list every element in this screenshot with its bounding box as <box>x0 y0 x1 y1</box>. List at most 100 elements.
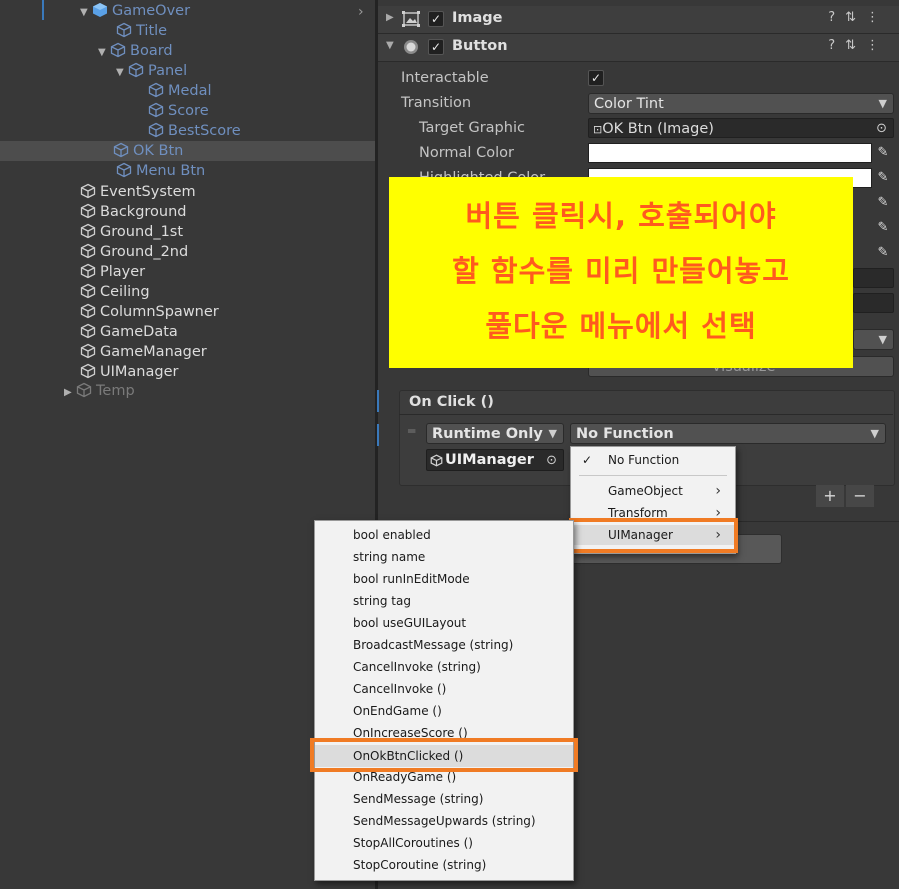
hierarchy-item-temp[interactable]: ▶ Temp <box>64 381 135 401</box>
fold-down-icon[interactable]: ▼ <box>98 43 110 63</box>
cube-icon <box>80 323 96 339</box>
component-header-icons: ?⇅⋮ <box>828 38 889 53</box>
hierarchy-item-score[interactable]: Score <box>148 101 209 121</box>
hierarchy-item-panel[interactable]: ▼ Panel <box>116 61 187 81</box>
fold-right-icon[interactable]: ▶ <box>64 383 76 403</box>
menu-item-cancelinvoke[interactable]: CancelInvoke () <box>353 679 446 699</box>
runtime-dropdown[interactable]: Runtime Only ▼ <box>426 423 564 444</box>
menu-item-stopcoroutine[interactable]: StopCoroutine (string) <box>353 855 486 875</box>
fold-down-icon[interactable]: ▼ <box>386 40 394 51</box>
help-icon[interactable]: ? <box>828 38 845 53</box>
hierarchy-item-ok-btn[interactable]: OK Btn <box>0 141 375 161</box>
hierarchy-item-bestscore[interactable]: BestScore <box>148 121 241 141</box>
hierarchy-item-background[interactable]: Background <box>80 202 187 222</box>
button-enabled-checkbox[interactable]: ✓ <box>428 39 444 55</box>
onclick-divider <box>399 414 893 415</box>
menu-item-sendmessageupwards[interactable]: SendMessageUpwards (string) <box>353 811 536 831</box>
transition-label: Transition <box>401 95 472 111</box>
button-component-icon <box>404 40 418 54</box>
target-graphic-field[interactable]: ⊡OK Btn (Image) ⊙ <box>588 118 894 138</box>
hierarchy-item-label: Ground_1st <box>100 224 184 240</box>
cube-icon <box>80 183 96 199</box>
more-icon[interactable]: ⋮ <box>866 10 889 25</box>
object-picker-icon[interactable]: ⊙ <box>876 119 887 139</box>
hierarchy-item-gamemanager[interactable]: GameManager <box>80 342 207 362</box>
preset-icon[interactable]: ⇅ <box>845 38 866 53</box>
hierarchy-item-ground-2nd[interactable]: Ground_2nd <box>80 242 188 262</box>
number-field[interactable] <box>853 268 894 288</box>
dropdown-arrow-icon: ▼ <box>878 333 887 346</box>
menu-item-bool-useguilayout[interactable]: bool useGUILayout <box>353 613 466 633</box>
cube-icon <box>80 203 96 219</box>
hierarchy-item-ground-1st[interactable]: Ground_1st <box>80 222 183 242</box>
navigation-dropdown[interactable]: ▼ <box>853 329 894 350</box>
menu-item-sendmessage[interactable]: SendMessage (string) <box>353 789 483 809</box>
hierarchy-item-player[interactable]: Player <box>80 262 145 282</box>
more-icon[interactable]: ⋮ <box>866 38 889 53</box>
hierarchy-item-gamedata[interactable]: GameData <box>80 322 178 342</box>
target-object-field[interactable]: UIManager ⊙ <box>426 449 564 471</box>
menu-item-no-function[interactable]: No Function <box>608 450 679 470</box>
eyedropper-icon[interactable]: ✎ <box>874 194 892 212</box>
cube-icon <box>80 343 96 359</box>
hierarchy-item-label: Title <box>136 23 168 39</box>
menu-item-string-name[interactable]: string name <box>353 547 425 567</box>
normal-color-label: Normal Color <box>419 145 514 161</box>
fold-right-icon[interactable]: ▶ <box>386 12 394 23</box>
eyedropper-icon[interactable]: ✎ <box>874 219 892 237</box>
menu-item-gameobject[interactable]: GameObject › <box>571 481 735 501</box>
cube-icon <box>110 42 126 58</box>
button-component-header[interactable]: ▼ ✓ Button ?⇅⋮ <box>378 34 899 62</box>
image-component-header[interactable]: ▶ ✓ Image ?⇅⋮ <box>378 6 899 34</box>
image-enabled-checkbox[interactable]: ✓ <box>428 11 444 27</box>
object-picker-icon[interactable]: ⊙ <box>546 450 557 471</box>
menu-item-stopallcoroutines[interactable]: StopAllCoroutines () <box>353 833 473 853</box>
hierarchy-item-board[interactable]: ▼ Board <box>98 41 173 61</box>
hierarchy-item-gameover[interactable]: ▼ GameOver <box>80 1 190 21</box>
drag-handle-icon[interactable]: ═ <box>408 424 415 438</box>
menu-item-cancelinvoke-string[interactable]: CancelInvoke (string) <box>353 657 481 677</box>
eyedropper-icon[interactable]: ✎ <box>874 169 892 187</box>
function-dropdown[interactable]: No Function ▼ <box>570 423 886 444</box>
submenu-arrow-icon: › <box>715 483 721 499</box>
normal-color-swatch[interactable] <box>588 143 872 163</box>
target-graphic-label: Target Graphic <box>419 120 525 136</box>
fold-down-icon[interactable]: ▼ <box>116 63 128 83</box>
menu-item-broadcastmessage[interactable]: BroadcastMessage (string) <box>353 635 513 655</box>
preset-icon[interactable]: ⇅ <box>845 10 866 25</box>
hierarchy-item-ceiling[interactable]: Ceiling <box>80 282 150 302</box>
eyedropper-icon[interactable]: ✎ <box>874 244 892 262</box>
menu-item-string-tag[interactable]: string tag <box>353 591 411 611</box>
hierarchy-item-title[interactable]: Title <box>116 21 167 41</box>
dropdown-arrow-icon: ▼ <box>548 427 557 440</box>
transition-dropdown[interactable]: Color Tint ▼ <box>588 93 894 114</box>
hierarchy-item-label: Ground_2nd <box>100 244 189 260</box>
transition-value: Color Tint <box>594 96 664 112</box>
hierarchy-item-label: GameManager <box>100 344 207 360</box>
help-icon[interactable]: ? <box>828 10 845 25</box>
hierarchy-item-eventsystem[interactable]: EventSystem <box>80 182 196 202</box>
remove-event-button[interactable]: − <box>846 485 874 507</box>
hierarchy-item-menu-btn[interactable]: Menu Btn <box>116 161 205 181</box>
add-event-button[interactable]: + <box>816 485 844 507</box>
hierarchy-item-label: Temp <box>96 383 135 399</box>
hierarchy-item-uimanager[interactable]: UIManager <box>80 362 178 382</box>
prefab-cube-icon <box>93 3 107 17</box>
menu-item-onendgame[interactable]: OnEndGame () <box>353 701 442 721</box>
uimanager-highlight-box <box>569 518 738 553</box>
button-component-title: Button <box>452 38 508 54</box>
function-value: No Function <box>576 426 674 442</box>
cube-icon <box>148 82 164 98</box>
hierarchy-item-columnspawner[interactable]: ColumnSpawner <box>80 302 219 322</box>
chevron-right-icon[interactable]: › <box>358 4 364 20</box>
cube-icon <box>128 62 144 78</box>
hierarchy-item-label: Board <box>130 43 173 59</box>
eyedropper-icon[interactable]: ✎ <box>874 144 892 162</box>
menu-item-bool-runineditmode[interactable]: bool runInEditMode <box>353 569 470 589</box>
interactable-checkbox[interactable]: ✓ <box>588 70 604 86</box>
hierarchy-item-medal[interactable]: Medal <box>148 81 212 101</box>
fold-down-icon[interactable]: ▼ <box>80 3 92 23</box>
number-field[interactable] <box>853 293 894 313</box>
cube-icon <box>113 142 129 158</box>
menu-item-bool-enabled[interactable]: bool enabled <box>353 525 431 545</box>
